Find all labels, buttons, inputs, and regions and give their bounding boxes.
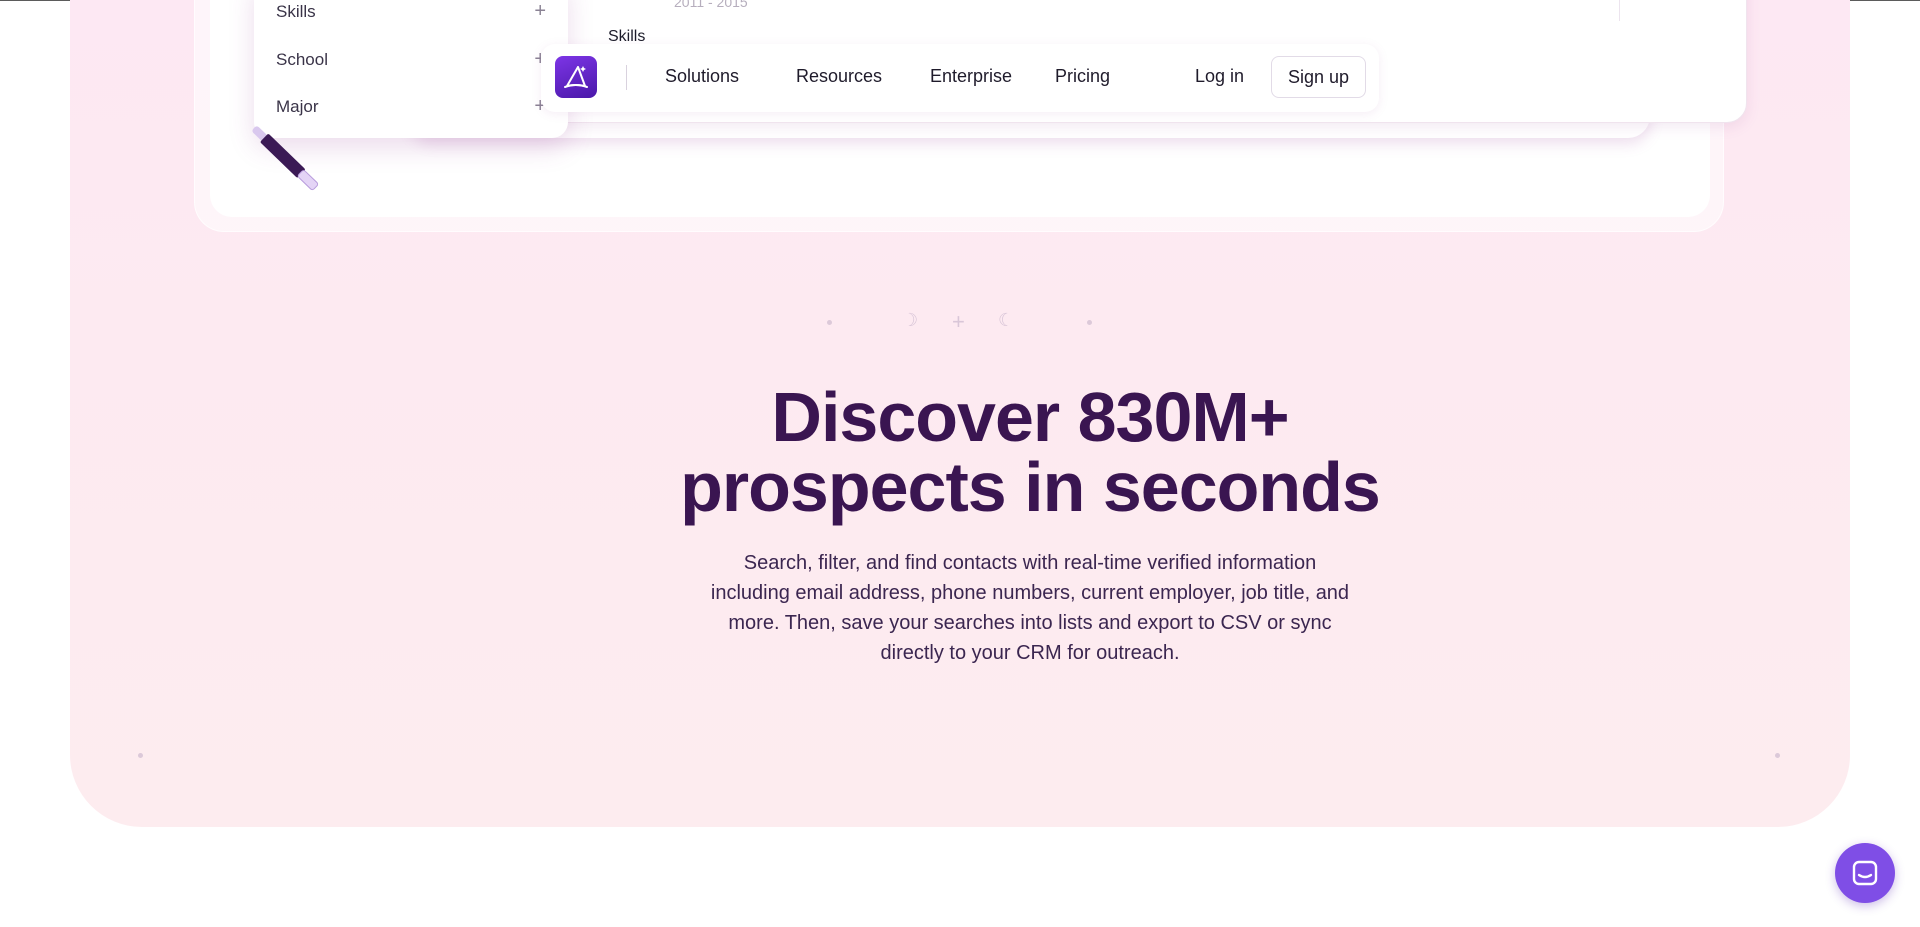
decor-dot — [1087, 320, 1092, 325]
chat-bubble-icon — [1852, 860, 1878, 886]
wizard-hat-logo-icon[interactable] — [555, 56, 597, 98]
headline-line-2: prospects in seconds — [680, 448, 1381, 526]
nav-item-pricing[interactable]: Pricing — [1055, 66, 1110, 87]
nav-item-enterprise[interactable]: Enterprise — [930, 66, 1012, 87]
filter-row-skills[interactable]: Skills + — [276, 0, 546, 23]
signup-button[interactable]: Sign up — [1271, 56, 1366, 98]
page: 2011 - 2015 Skills Skills + School + Maj… — [0, 0, 1920, 927]
filter-label: Major — [276, 96, 319, 116]
decor-dot — [1775, 753, 1780, 758]
hero-subtext: Search, filter, and find contacts with r… — [710, 552, 1350, 664]
nav-item-solutions[interactable]: Solutions — [665, 66, 739, 87]
filter-row-major[interactable]: Major + — [276, 95, 546, 118]
sparkle-icon: + — [952, 309, 965, 334]
crescent-moon-icon: ☽ — [902, 310, 919, 330]
mockup-years-text: 2011 - 2015 — [674, 0, 748, 10]
hero-headline: Discover 830M+ prospects in seconds — [630, 382, 1430, 522]
mockup-divider — [1619, 0, 1620, 21]
chat-launcher-button[interactable] — [1835, 843, 1895, 903]
crescent-moon-icon: ☾ — [998, 310, 1015, 330]
filter-label: Skills — [276, 1, 316, 21]
headline-line-1: Discover 830M+ — [771, 378, 1289, 456]
filter-row-school[interactable]: School + — [276, 48, 546, 71]
filter-label: School — [276, 49, 328, 69]
plus-icon[interactable]: + — [534, 0, 546, 23]
login-button[interactable]: Log in — [1195, 66, 1244, 87]
top-navbar: Solutions Resources Enterprise Pricing L… — [541, 44, 1379, 112]
decor-dot — [138, 753, 143, 758]
nav-separator — [626, 65, 627, 90]
filter-panel: Skills + School + Major + — [254, 0, 568, 138]
decor-dot — [827, 320, 832, 325]
hero-section: 2011 - 2015 Skills Skills + School + Maj… — [70, 0, 1850, 827]
nav-item-resources[interactable]: Resources — [796, 66, 882, 87]
